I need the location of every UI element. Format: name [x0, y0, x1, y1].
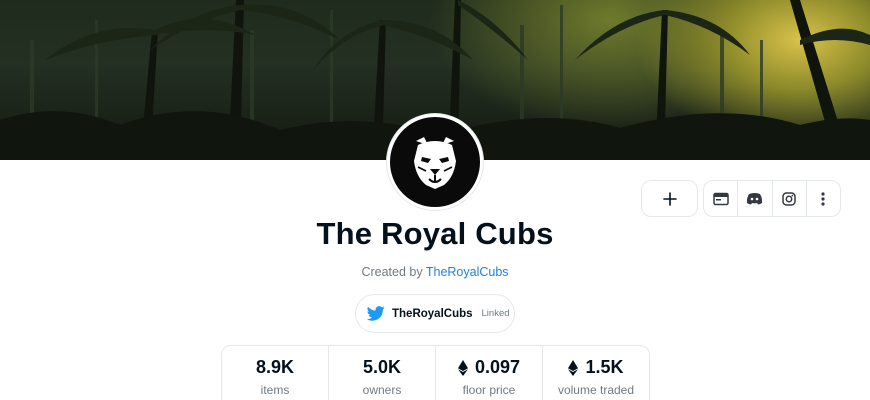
twitter-linked-badge[interactable]: TheRoyalCubs Linked — [355, 294, 515, 333]
stat-value: 5.0K — [362, 357, 402, 377]
stat-floor-price[interactable]: 0.097 floor price — [436, 346, 543, 400]
stat-owners[interactable]: 5.0K owners — [329, 346, 436, 400]
stat-value: 1.5K — [585, 357, 624, 377]
stat-label: items — [260, 383, 290, 397]
created-by-label: Created by — [361, 265, 423, 279]
collection-title: The Royal Cubs — [316, 216, 554, 251]
more-vertical-icon — [821, 191, 825, 206]
instagram-button[interactable] — [773, 181, 807, 216]
twitter-icon — [367, 306, 385, 321]
twitter-linked-status: Linked — [481, 308, 510, 319]
instagram-icon — [782, 191, 796, 206]
ethereum-icon — [457, 359, 468, 376]
discord-icon — [747, 193, 763, 205]
stat-volume-traded[interactable]: 1.5K volume traded — [543, 346, 649, 400]
website-button[interactable] — [704, 181, 739, 216]
created-by-line: Created by TheRoyalCubs — [0, 265, 870, 279]
creator-link[interactable]: TheRoyalCubs — [426, 265, 509, 279]
stat-value: 8.9K — [255, 357, 295, 377]
twitter-handle: TheRoyalCubs — [392, 307, 473, 320]
social-links-group — [703, 180, 841, 217]
stat-value: 0.097 — [474, 357, 521, 377]
discord-button[interactable] — [738, 181, 773, 216]
add-button[interactable] — [641, 180, 698, 217]
ethereum-icon — [568, 359, 579, 376]
stat-label: owners — [362, 383, 402, 397]
collection-avatar — [387, 114, 483, 210]
more-options-button[interactable] — [807, 181, 840, 216]
website-icon — [712, 192, 729, 205]
collection-stats: 8.9K items 5.0K owners 0.097 floor price… — [221, 345, 650, 400]
stat-items[interactable]: 8.9K items — [222, 346, 329, 400]
plus-icon — [662, 191, 677, 206]
lion-cub-head-icon — [414, 137, 456, 189]
stat-label: volume traded — [557, 383, 635, 397]
stat-label: floor price — [462, 383, 516, 397]
